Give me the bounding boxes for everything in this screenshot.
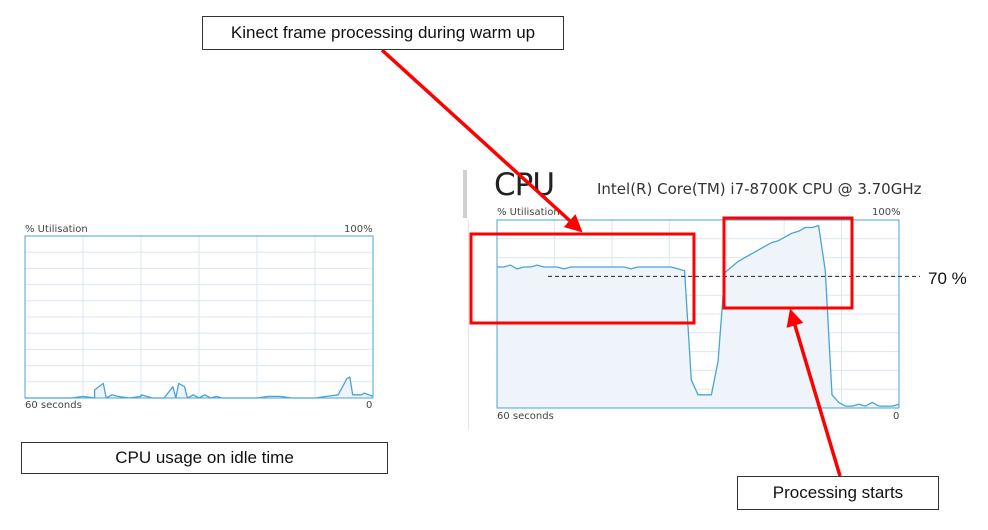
callout-processing-starts: Processing starts <box>737 476 939 510</box>
arrow-kinect-to-warmup <box>380 48 583 233</box>
reference-level-label: 70 % <box>928 269 967 288</box>
callout-kinect-warmup: Kinect frame processing during warm up <box>202 16 564 50</box>
callout-idle-time: CPU usage on idle time <box>21 442 388 474</box>
